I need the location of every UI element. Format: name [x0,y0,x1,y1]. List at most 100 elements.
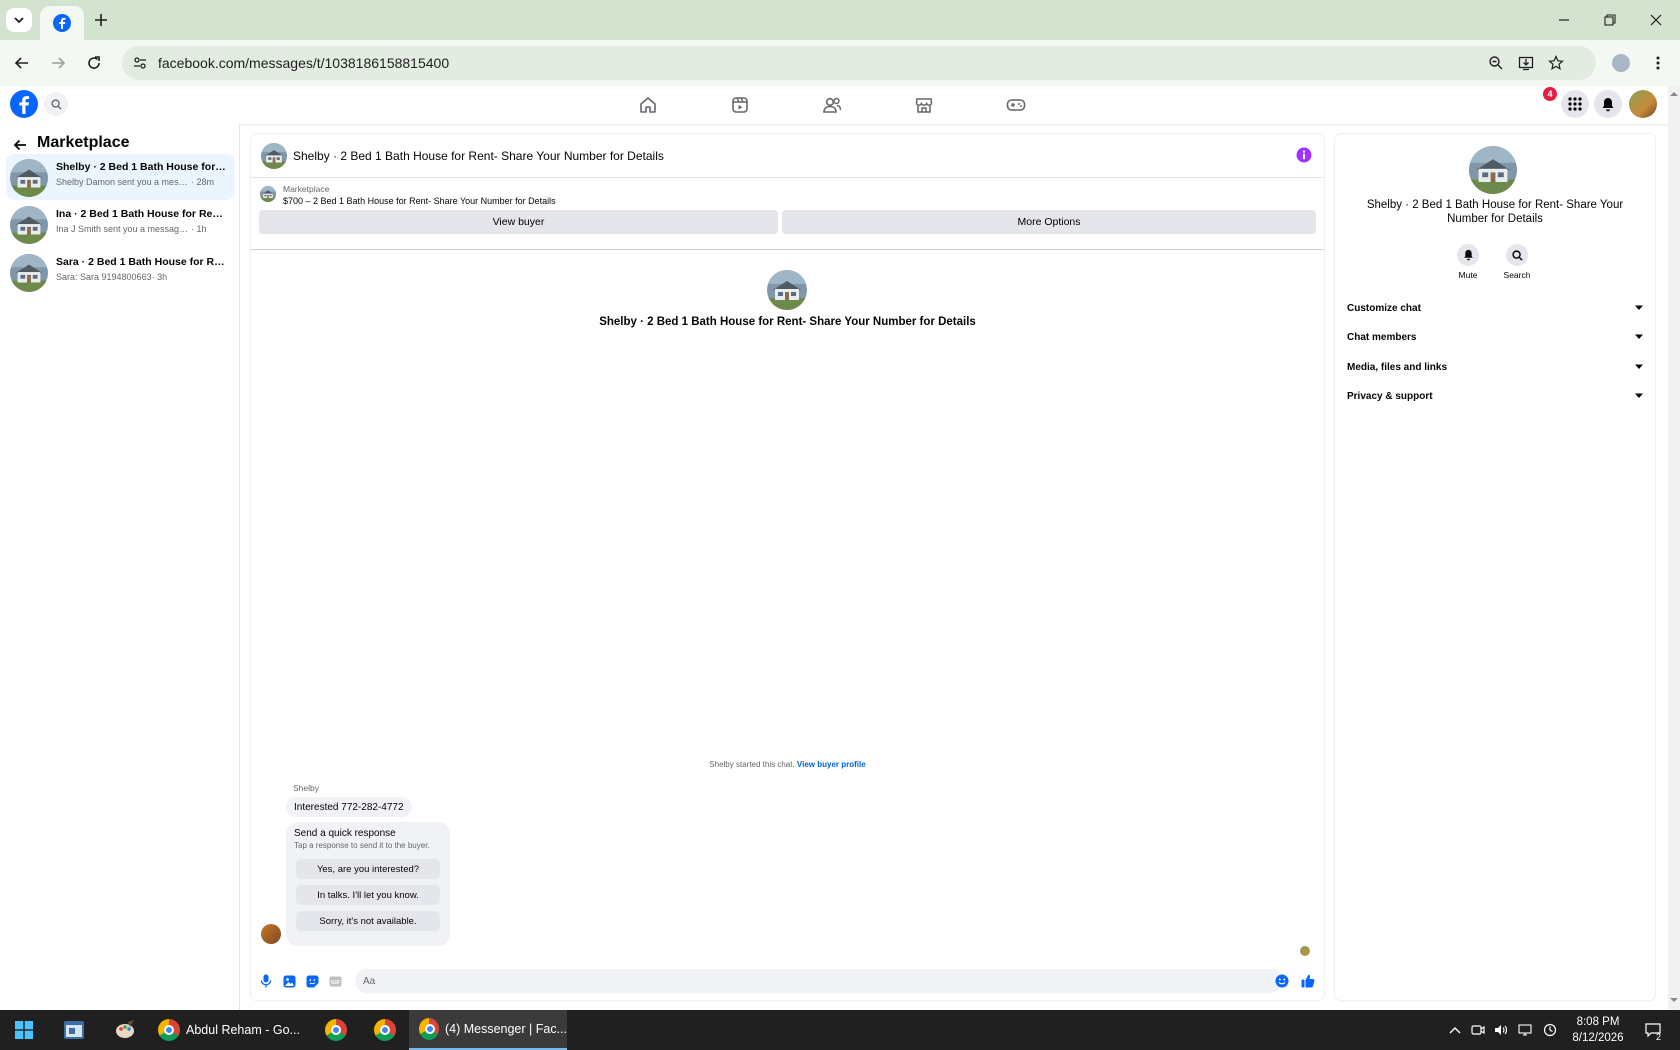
tray-volume-button[interactable] [1491,1010,1511,1050]
like-button[interactable] [1301,974,1315,988]
chat-started-notice: Shelby started this chat. View buyer pro… [251,760,1324,769]
tab-search-button[interactable] [6,8,32,32]
tray-overflow-button[interactable] [1445,1010,1465,1050]
scroll-down-icon[interactable] [1670,996,1678,1004]
start-button[interactable] [8,1010,40,1050]
clock-date: 8/12/2026 [1572,1032,1624,1044]
minimize-button[interactable] [1542,6,1586,34]
restore-icon [1604,14,1616,26]
more-options-button[interactable]: More Options [782,210,1316,234]
profile-button[interactable] [1607,49,1635,77]
view-buyer-profile-link[interactable]: View buyer profile [797,760,866,769]
conversation-item[interactable]: Ina · 2 Bed 1 Bath House for Rent- ... I… [6,201,235,247]
message-composer: GIF [251,962,1324,1000]
forward-button[interactable] [44,49,72,77]
minimize-icon [1559,19,1569,21]
taskbar-app-1[interactable] [58,1010,90,1050]
arrow-right-icon [52,57,66,69]
install-app-icon[interactable] [1516,53,1536,73]
conversation-item[interactable]: Sara · 2 Bed 1 Bath House for Rent... Sa… [6,249,235,295]
chat-details-panel: Shelby · 2 Bed 1 Bath House for Rent- Sh… [1335,134,1655,1000]
emoji-button[interactable] [1275,974,1289,988]
quick-response-option[interactable]: Yes, are you interested? [296,859,440,879]
tray-camera-button[interactable] [1468,1010,1488,1050]
scroll-up-icon[interactable] [1670,90,1678,98]
conversation-preview: Shelby Damon sent you a message ... [56,177,191,187]
search-circle [1506,244,1528,266]
info-icon[interactable] [1296,147,1312,163]
search-in-chat-button[interactable]: Search [1487,244,1547,280]
restore-button[interactable] [1588,6,1632,34]
notification-center-button[interactable]: 2 [1638,1010,1668,1050]
page-scrollbar[interactable] [1668,86,1680,1010]
back-to-chats-button[interactable] [10,135,30,155]
site-info-icon[interactable] [130,53,150,73]
taskbar-chrome-window-1[interactable]: Abdul Reham - Go... [158,1010,304,1050]
close-window-button[interactable] [1634,6,1678,34]
nav-marketplace[interactable] [911,92,937,118]
facebook-logo[interactable] [10,90,38,118]
voice-clip-button[interactable] [259,974,273,988]
svg-text:GIF: GIF [330,980,340,986]
menu-button[interactable] [1561,90,1589,118]
plus-icon [95,14,107,26]
browser-tab-facebook[interactable] [40,6,84,40]
chat-thumbnail[interactable] [261,143,287,169]
sync-icon [1543,1023,1557,1037]
listing-title[interactable]: $700 – 2 Bed 1 Bath House for Rent- Shar… [283,196,556,206]
section-label: Privacy & support [1347,390,1433,402]
section-chat-members[interactable]: Chat members [1345,325,1645,349]
video-icon [732,97,748,113]
message-bubble[interactable]: Interested 772-282-4772 [286,797,412,817]
browser-tab-bar [0,0,1680,40]
sender-avatar[interactable] [261,924,281,944]
view-buyer-button[interactable]: View buyer [259,210,778,234]
tray-network-button[interactable] [1515,1010,1535,1050]
facebook-search-button[interactable] [44,92,68,116]
conversation-item[interactable]: Shelby · 2 Bed 1 Bath House for Re... Sh… [6,154,235,200]
browser-menu-button[interactable] [1644,49,1672,77]
chat-panel: Shelby · 2 Bed 1 Bath House for Rent- Sh… [251,134,1324,1000]
photo-icon [283,975,295,987]
bookmark-star-icon[interactable] [1546,53,1566,73]
taskbar-chrome-2[interactable] [322,1010,350,1050]
quick-response-option[interactable]: In talks. I'll let you know. [296,885,440,905]
address-bar[interactable]: facebook.com/messages/t/1038186158815400 [122,46,1596,80]
chat-title[interactable]: Shelby · 2 Bed 1 Bath House for Rent- Sh… [293,149,664,163]
new-tab-button[interactable] [90,9,112,31]
chevron-down-icon [1635,305,1643,310]
reload-button[interactable] [80,49,108,77]
back-button[interactable] [8,49,36,77]
listing-thumbnail[interactable] [260,186,276,202]
gif-button[interactable]: GIF [328,974,342,988]
taskbar-chrome-window-messenger[interactable]: (4) Messenger | Fac... [409,1010,567,1050]
conversation-time: · 28m [191,177,215,187]
chrome-icon [158,1019,180,1041]
sticker-button[interactable] [305,974,319,988]
tray-onedrive-button[interactable] [1540,1010,1560,1050]
section-media-files-links[interactable]: Media, files and links [1345,355,1645,379]
section-customize-chat[interactable]: Customize chat [1345,296,1645,320]
system-clock[interactable]: 8:08 PM 8/12/2026 [1563,1014,1633,1046]
nav-video[interactable] [727,92,753,118]
taskbar-app-2[interactable] [109,1010,141,1050]
conversation-heading: Shelby · 2 Bed 1 Bath House for Rent- Sh… [599,316,976,328]
details-thumbnail[interactable] [1469,146,1517,194]
bell-icon [1463,249,1473,261]
attach-photo-button[interactable] [282,974,296,988]
conversation-title: Sara · 2 Bed 1 Bath House for Rent... [56,256,228,268]
emoji-icon [1275,974,1289,988]
chat-started-text: Shelby started this chat. [709,760,795,769]
notifications-button[interactable] [1594,90,1622,118]
conversation-preview: Sara: Sara 9194800663 [56,272,152,282]
quick-response-option[interactable]: Sorry, it's not available. [296,911,440,931]
message-input[interactable] [355,969,1283,993]
zoom-icon[interactable] [1486,53,1506,73]
taskbar-chrome-3[interactable] [371,1010,399,1050]
nav-gaming[interactable] [1003,92,1029,118]
nav-home[interactable] [635,92,661,118]
nav-friends[interactable] [819,92,845,118]
listing-thumbnail [10,206,48,244]
account-avatar[interactable] [1629,90,1657,118]
section-privacy-support[interactable]: Privacy & support [1345,384,1645,408]
